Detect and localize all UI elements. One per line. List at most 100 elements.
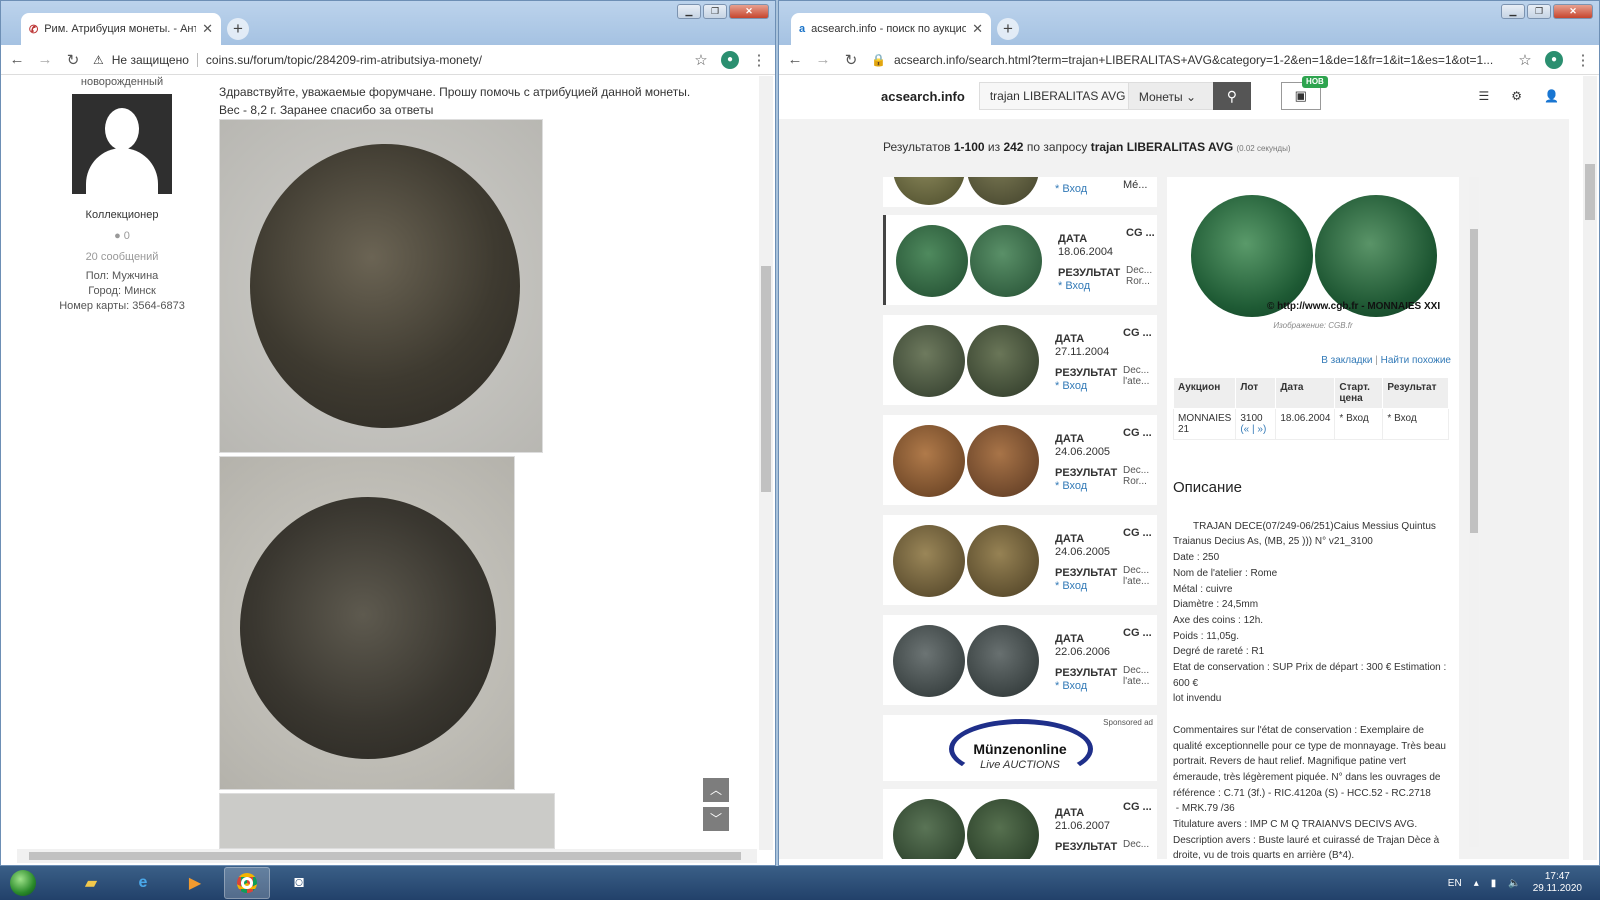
back-arrow-icon[interactable]: ← bbox=[9, 51, 25, 68]
card-login-link[interactable]: * Вход bbox=[1055, 183, 1087, 195]
forward-arrow-icon[interactable]: → bbox=[37, 51, 53, 68]
right-scroll-thumb[interactable] bbox=[1585, 164, 1595, 220]
right-active-tab[interactable]: a acsearch.info - поиск по аукцио ✕ bbox=[791, 13, 991, 45]
image-search-button[interactable]: ▣ НОВ bbox=[1280, 76, 1328, 110]
author-posts[interactable]: 20 сообщений bbox=[39, 250, 205, 265]
menu-kebab-icon[interactable]: ⋮ bbox=[1575, 51, 1591, 69]
card-date-label: ДАТА bbox=[1055, 333, 1085, 345]
scroll-down-button[interactable]: ﹀ bbox=[703, 807, 729, 831]
card-date-label: ДАТА bbox=[1055, 533, 1085, 545]
taskbar-explorer[interactable]: ▰ bbox=[68, 867, 114, 899]
left-scrollbar[interactable] bbox=[759, 76, 773, 850]
coin-reverse bbox=[240, 497, 496, 759]
results-prefix: Результатов bbox=[883, 140, 951, 154]
tray-arrow-icon[interactable]: ▴ bbox=[1474, 878, 1479, 889]
card-login-link[interactable]: * Вход bbox=[1055, 480, 1087, 492]
result-card-4[interactable]: ДАТА 24.06.2005 РЕЗУЛЬТАТ * Вход CG ... … bbox=[883, 515, 1157, 605]
coin-reverse-photo[interactable] bbox=[219, 456, 515, 790]
new-badge: НОВ bbox=[1302, 76, 1328, 88]
windows-logo-icon bbox=[10, 870, 36, 896]
bookmark-link[interactable]: В закладки bbox=[1321, 355, 1372, 366]
menu-kebab-icon[interactable]: ⋮ bbox=[751, 51, 767, 69]
author-avatar[interactable] bbox=[72, 94, 172, 194]
close-tab-icon[interactable]: ✕ bbox=[972, 21, 983, 37]
card-login-link[interactable]: * Вход bbox=[1058, 280, 1090, 292]
card-login-link[interactable]: * Вход bbox=[1055, 680, 1087, 692]
left-scroll-thumb[interactable] bbox=[761, 266, 771, 492]
td-start[interactable]: * Вход bbox=[1334, 408, 1384, 440]
forward-arrow-icon[interactable]: → bbox=[815, 51, 831, 68]
start-button[interactable] bbox=[6, 866, 40, 900]
new-tab-button[interactable]: + bbox=[227, 18, 249, 40]
clock[interactable]: 17:47 29.11.2020 bbox=[1533, 871, 1582, 895]
lot-nav[interactable]: (« | ») bbox=[1240, 424, 1266, 435]
list-icon[interactable]: ☰ bbox=[1479, 89, 1490, 103]
detail-scroll-thumb[interactable] bbox=[1470, 229, 1478, 533]
result-card-5[interactable]: ДАТА 22.06.2006 РЕЗУЛЬТАТ * Вход CG ... … bbox=[883, 615, 1157, 705]
detail-reverse-image[interactable] bbox=[1315, 195, 1437, 317]
results-query-prefix: по запросу bbox=[1026, 140, 1088, 154]
security-label: Не защищено bbox=[111, 52, 189, 67]
taskbar-ie[interactable]: e bbox=[120, 867, 166, 899]
profile-avatar-icon[interactable]: ● bbox=[1545, 50, 1563, 69]
close-tab-icon[interactable]: ✕ bbox=[202, 21, 213, 37]
result-card-1[interactable]: ДАТА 18.06.2004 РЕЗУЛЬТАТ * Вход CG ... … bbox=[883, 215, 1157, 305]
left-url-text: coins.su/forum/topic/284209-rim-atributs… bbox=[205, 52, 483, 67]
gear-icon[interactable]: ⚙ bbox=[1511, 89, 1522, 103]
network-icon[interactable]: ▮ bbox=[1491, 878, 1497, 889]
find-similar-link[interactable]: Найти похожие bbox=[1381, 355, 1451, 366]
result-card-top[interactable]: * Вход Mé... bbox=[883, 177, 1157, 207]
left-hscroll-thumb[interactable] bbox=[29, 852, 741, 860]
detail-obverse-image[interactable] bbox=[1191, 195, 1313, 317]
profile-avatar-icon[interactable]: ● bbox=[721, 50, 739, 69]
left-url-field[interactable]: ⚠ Не защищено coins.su/forum/topic/28420… bbox=[93, 48, 681, 72]
card-login-link[interactable]: * Вход bbox=[1055, 380, 1087, 392]
language-indicator[interactable]: EN bbox=[1448, 878, 1462, 889]
bookmark-star-icon[interactable]: ☆ bbox=[1517, 51, 1533, 69]
minimize-button[interactable]: ▁ bbox=[1501, 4, 1525, 19]
td-auction[interactable]: MONNAIES 21 bbox=[1172, 408, 1237, 440]
maximize-button[interactable]: ❐ bbox=[703, 4, 727, 19]
search-input[interactable]: trajan LIBERALITAS AVG bbox=[978, 82, 1129, 110]
category-select[interactable]: Монеты ⌄ bbox=[1128, 82, 1213, 110]
result-card-6[interactable]: ДАТА 21.06.2007 РЕЗУЛЬТАТ CG ... Dec... bbox=[883, 789, 1157, 859]
td-result[interactable]: * Вход bbox=[1382, 408, 1449, 440]
coin-third-photo[interactable] bbox=[219, 793, 555, 849]
windows-taskbar: ▰ e ▶ ◙ EN ▴ ▮ 🔈 17:47 29.11.2020 bbox=[0, 866, 1600, 900]
volume-icon[interactable]: 🔈 bbox=[1508, 878, 1520, 889]
right-tab-title: acsearch.info - поиск по аукцио bbox=[811, 23, 967, 35]
card-obverse-image bbox=[893, 325, 965, 397]
taskbar-camera[interactable]: ◙ bbox=[276, 867, 322, 899]
desc-line: Poids : 11,05g. bbox=[1173, 630, 1239, 642]
result-card-3[interactable]: ДАТА 24.06.2005 РЕЗУЛЬТАТ * Вход CG ... … bbox=[883, 415, 1157, 505]
reload-icon[interactable]: ↻ bbox=[65, 51, 81, 69]
back-arrow-icon[interactable]: ← bbox=[787, 51, 803, 68]
desc-line: Diamètre : 24,5mm bbox=[1173, 599, 1259, 611]
reload-icon[interactable]: ↻ bbox=[843, 51, 859, 69]
user-icon[interactable]: 👤 bbox=[1544, 89, 1559, 103]
new-tab-button[interactable]: + bbox=[997, 18, 1019, 40]
detail-scrollbar[interactable] bbox=[1469, 177, 1479, 847]
desc-line: qualité exceptionnelle pour ce type de m… bbox=[1173, 740, 1446, 752]
right-browser-window: a acsearch.info - поиск по аукцио ✕ + ▁ … bbox=[778, 0, 1600, 866]
taskbar-chrome[interactable] bbox=[224, 867, 270, 899]
left-hscrollbar[interactable] bbox=[17, 849, 757, 863]
bookmark-star-icon[interactable]: ☆ bbox=[693, 51, 709, 69]
close-window-button[interactable]: ✕ bbox=[729, 4, 769, 19]
left-active-tab[interactable]: ✆ Рим. Атрибуция монеты. - Анти ✕ bbox=[21, 13, 221, 45]
taskbar-media[interactable]: ▶ bbox=[172, 867, 218, 899]
result-card-2[interactable]: ДАТА 27.11.2004 РЕЗУЛЬТАТ * Вход CG ... … bbox=[883, 315, 1157, 405]
author-city: Город: Минск bbox=[88, 285, 156, 297]
sponsored-ad[interactable]: Sponsored ad Münzenonline Live AUCTIONS bbox=[883, 715, 1157, 781]
close-window-button[interactable]: ✕ bbox=[1553, 4, 1593, 19]
right-url-field[interactable]: 🔒 acsearch.info/search.html?term=trajan+… bbox=[871, 48, 1505, 72]
desc-line: émeraude, très légèrement piquée. N° dan… bbox=[1173, 771, 1441, 783]
coin-obverse-photo[interactable] bbox=[219, 119, 543, 453]
maximize-button[interactable]: ❐ bbox=[1527, 4, 1551, 19]
right-scrollbar[interactable] bbox=[1583, 76, 1597, 860]
site-logo[interactable]: acsearch.info bbox=[881, 89, 965, 104]
minimize-button[interactable]: ▁ bbox=[677, 4, 701, 19]
card-login-link[interactable]: * Вход bbox=[1055, 580, 1087, 592]
search-button[interactable]: ⚲ bbox=[1212, 82, 1251, 110]
scroll-up-button[interactable]: ︿ bbox=[703, 778, 729, 802]
